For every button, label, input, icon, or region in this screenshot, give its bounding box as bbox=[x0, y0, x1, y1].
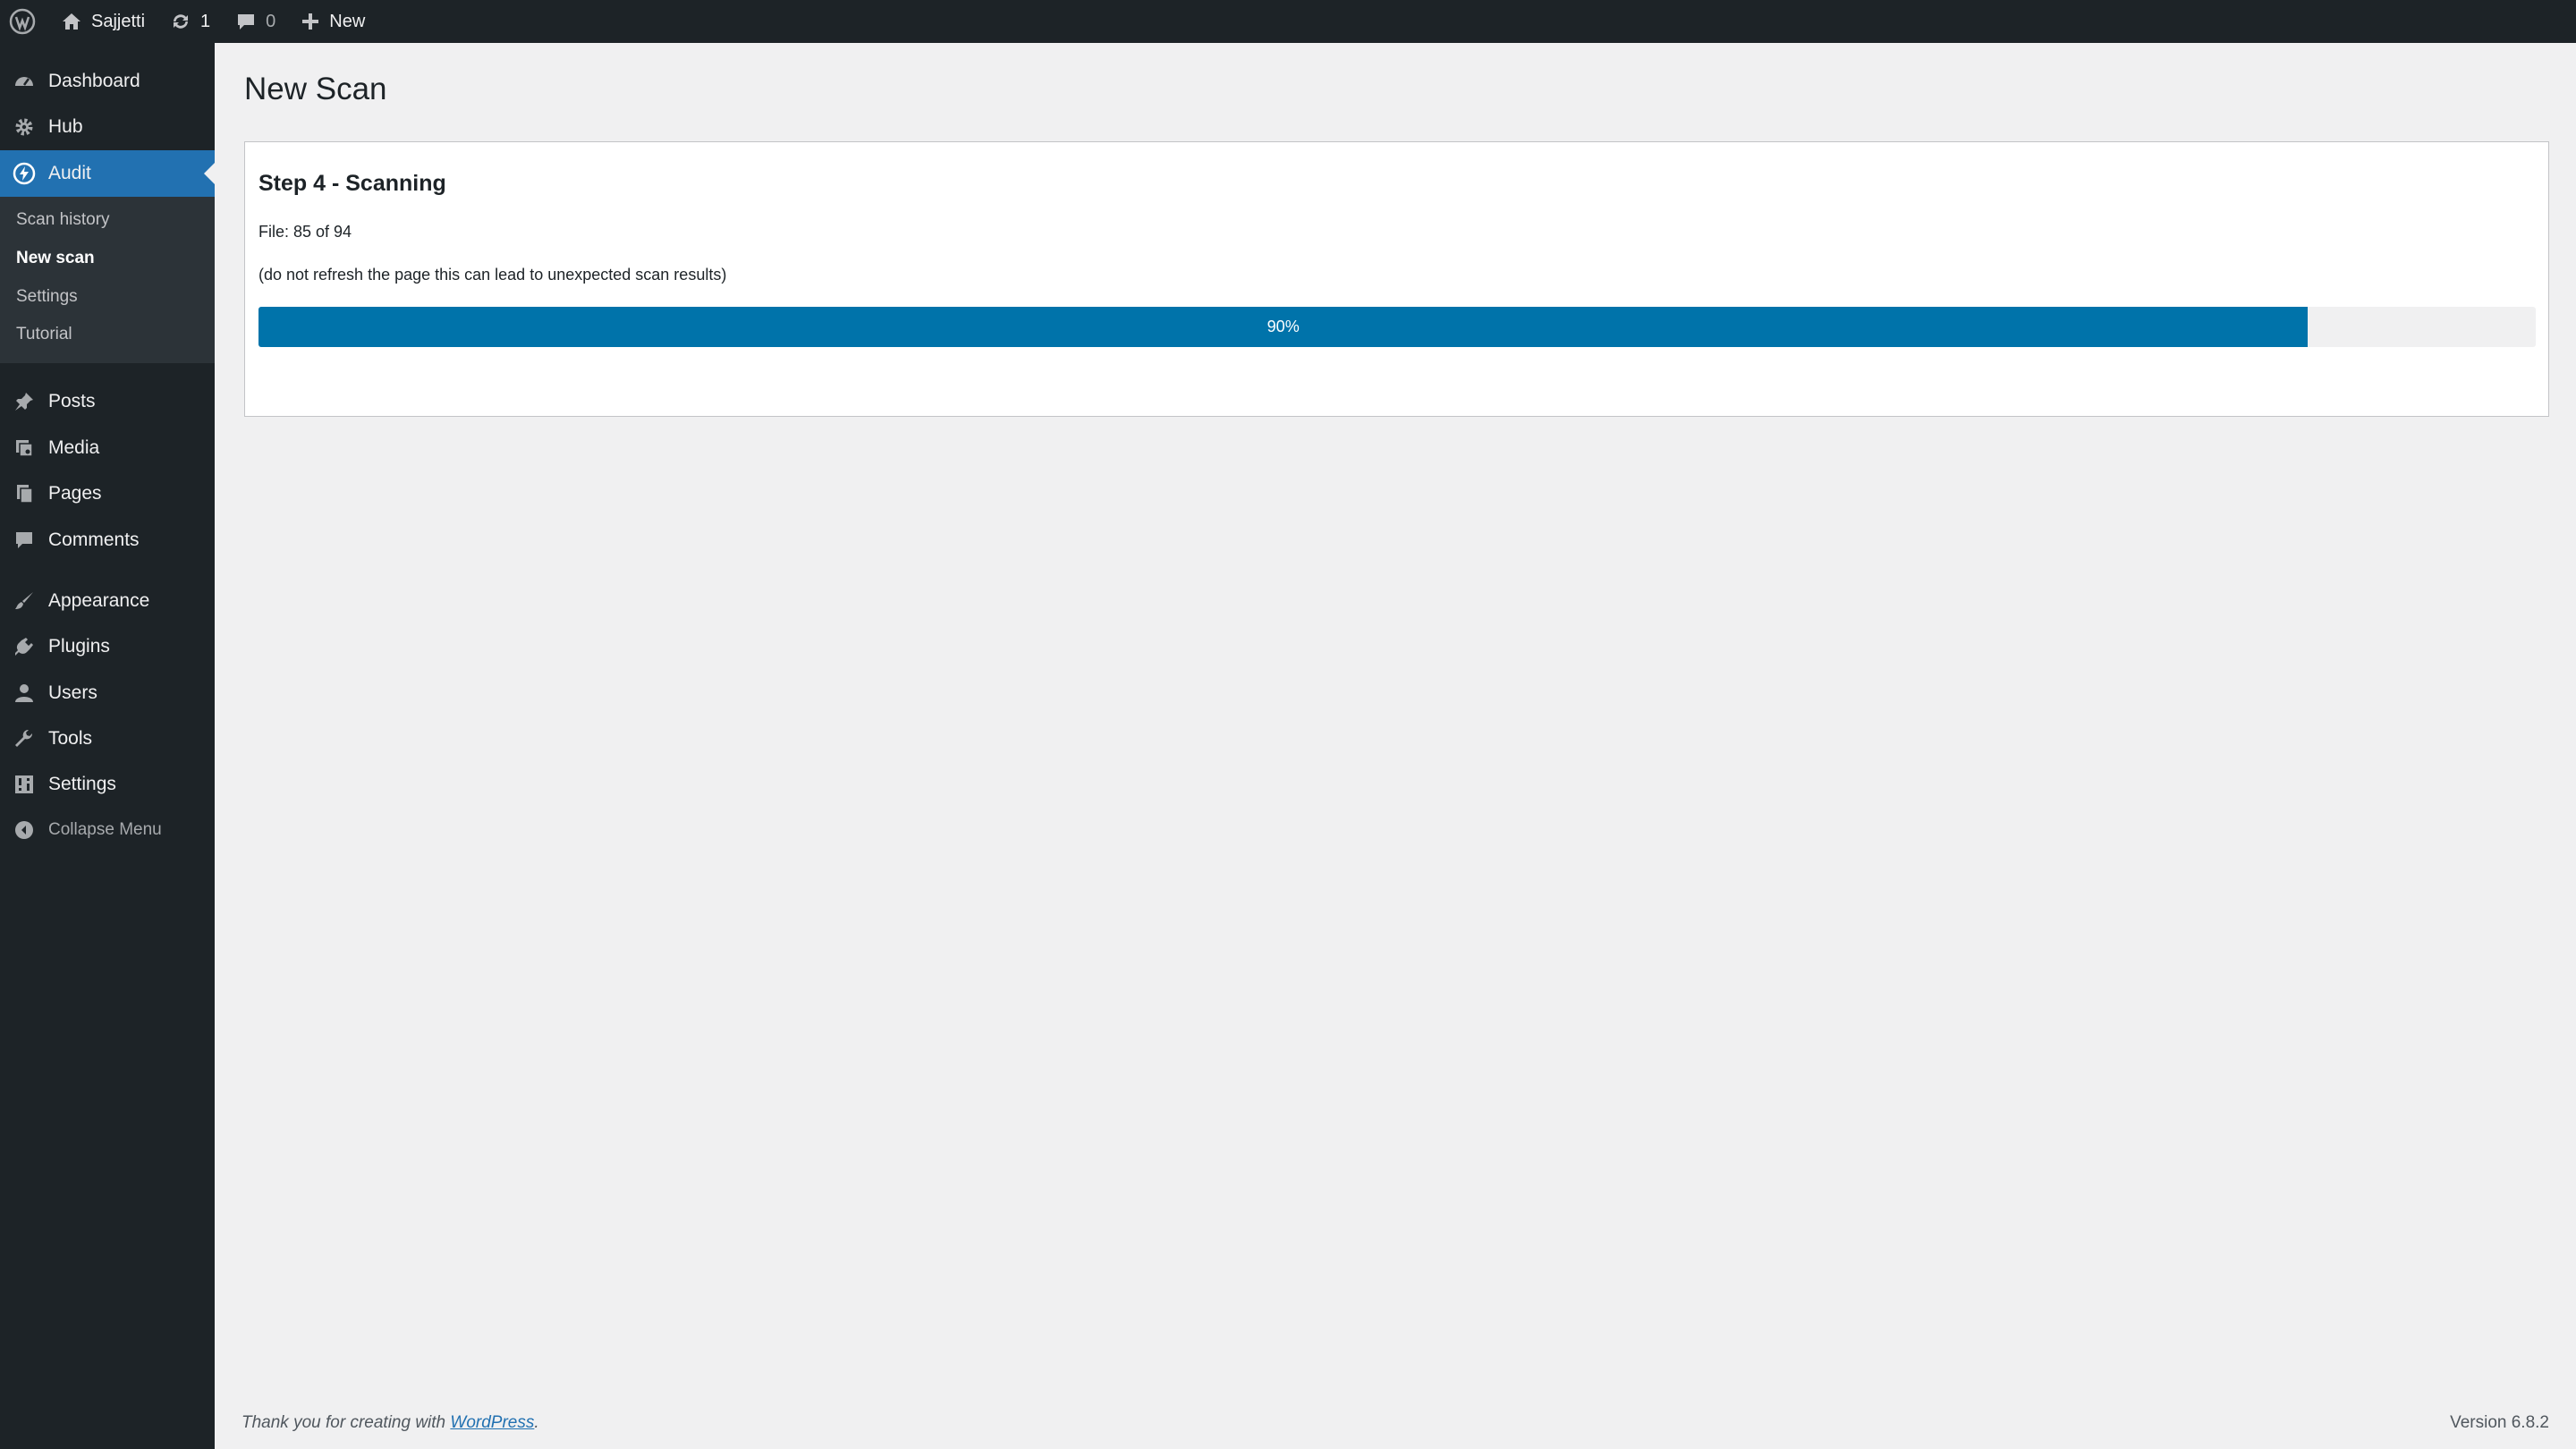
updates-link[interactable]: 1 bbox=[157, 0, 223, 43]
sidebar-item-users[interactable]: Users bbox=[0, 670, 215, 716]
user-icon bbox=[0, 682, 48, 704]
sidebar-item-label: Appearance bbox=[48, 590, 150, 611]
file-progress-text: File: 85 of 94 bbox=[258, 223, 352, 241]
progress-bar: 90% bbox=[258, 307, 2536, 347]
current-indicator bbox=[204, 163, 215, 184]
sidebar-item-comments[interactable]: Comments bbox=[0, 517, 215, 564]
sidebar-item-label: Users bbox=[48, 682, 97, 703]
sidebar-item-appearance[interactable]: Appearance bbox=[0, 578, 215, 624]
plus-icon bbox=[302, 13, 319, 30]
sidebar-item-label: Pages bbox=[48, 483, 102, 504]
dashboard-icon bbox=[0, 71, 48, 92]
admin-bar: Sajjetti 1 0 New bbox=[0, 0, 2576, 43]
sidebar-item-posts[interactable]: Posts bbox=[0, 378, 215, 425]
gear-icon bbox=[0, 116, 48, 138]
collapse-menu-label: Collapse Menu bbox=[48, 820, 162, 839]
comment-icon bbox=[0, 530, 48, 551]
settings-icon bbox=[0, 774, 48, 795]
site-name: Sajjetti bbox=[91, 11, 146, 31]
collapse-icon bbox=[0, 819, 48, 841]
sidebar-item-hub[interactable]: Hub bbox=[0, 104, 215, 150]
submenu-item-scan-history[interactable]: Scan history bbox=[16, 210, 110, 230]
sidebar-item-pages[interactable]: Pages bbox=[0, 470, 215, 517]
sidebar-item-tools[interactable]: Tools bbox=[0, 716, 215, 762]
wrench-icon bbox=[0, 728, 48, 750]
scan-progress-card: Step 4 - Scanning File: 85 of 94 (do not… bbox=[244, 141, 2549, 417]
collapse-menu-button[interactable]: Collapse Menu bbox=[0, 807, 215, 853]
home-icon bbox=[63, 13, 80, 30]
main-content: New Scan Step 4 - Scanning File: 85 of 9… bbox=[215, 43, 2576, 1449]
site-name-link[interactable]: Sajjetti bbox=[48, 0, 157, 43]
comments-count: 0 bbox=[266, 11, 276, 31]
sidebar-item-label: Plugins bbox=[48, 636, 110, 657]
new-label: New bbox=[329, 11, 366, 31]
submenu-item-tutorial[interactable]: Tutorial bbox=[16, 325, 72, 344]
page-title: New Scan bbox=[244, 72, 387, 106]
comments-link[interactable]: 0 bbox=[223, 0, 288, 43]
footer-thanks: Thank you for creating with WordPress. bbox=[242, 1413, 539, 1433]
submenu-item-new-scan[interactable]: New scan bbox=[16, 249, 95, 268]
audit-submenu: Scan history New scan Settings Tutorial bbox=[0, 197, 215, 363]
pages-icon bbox=[0, 483, 48, 504]
sidebar-item-label: Audit bbox=[48, 163, 91, 183]
plugin-icon bbox=[0, 636, 48, 657]
step-title: Step 4 - Scanning bbox=[258, 171, 446, 196]
admin-sidebar: Dashboard Hub Audit Scan history New sca… bbox=[0, 43, 215, 1449]
sidebar-item-media[interactable]: Media bbox=[0, 425, 215, 471]
sidebar-item-label: Dashboard bbox=[48, 71, 140, 91]
pin-icon bbox=[0, 391, 48, 412]
audit-icon bbox=[0, 162, 48, 185]
sidebar-item-label: Media bbox=[48, 437, 100, 458]
sidebar-item-label: Settings bbox=[48, 774, 116, 794]
sidebar-item-settings[interactable]: Settings bbox=[0, 761, 215, 808]
wordpress-logo-icon[interactable] bbox=[0, 0, 48, 43]
refresh-warning: (do not refresh the page this can lead t… bbox=[258, 266, 727, 284]
sidebar-item-audit[interactable]: Audit bbox=[0, 150, 215, 197]
sidebar-item-label: Hub bbox=[48, 116, 83, 137]
comment-icon bbox=[238, 14, 255, 30]
sidebar-item-label: Posts bbox=[48, 391, 96, 411]
submenu-item-settings[interactable]: Settings bbox=[16, 287, 78, 307]
sidebar-item-label: Tools bbox=[48, 728, 93, 749]
sidebar-item-dashboard[interactable]: Dashboard bbox=[0, 58, 215, 105]
updates-icon bbox=[174, 14, 189, 29]
updates-count: 1 bbox=[200, 11, 211, 31]
media-icon bbox=[0, 437, 48, 459]
progress-bar-label: 90% bbox=[1267, 318, 1300, 335]
brush-icon bbox=[0, 590, 48, 612]
new-content-link[interactable]: New bbox=[288, 0, 377, 43]
sidebar-item-label: Comments bbox=[48, 530, 140, 550]
footer-thanks-text: Thank you for creating with bbox=[242, 1413, 451, 1432]
sidebar-item-plugins[interactable]: Plugins bbox=[0, 623, 215, 670]
wordpress-link[interactable]: WordPress bbox=[450, 1413, 534, 1432]
footer-thanks-suffix: . bbox=[534, 1413, 539, 1432]
footer-version: Version 6.8.2 bbox=[2450, 1413, 2549, 1432]
